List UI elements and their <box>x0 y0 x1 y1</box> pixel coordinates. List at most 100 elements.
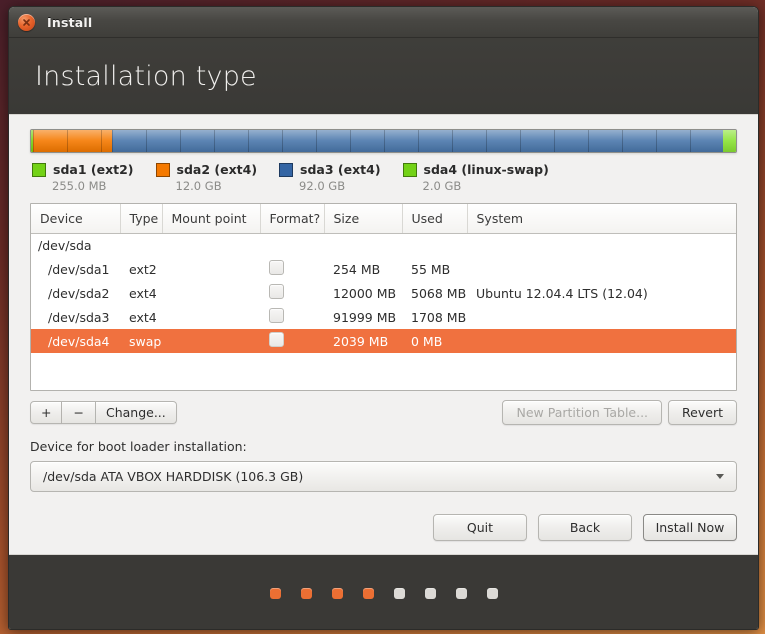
remove-partition-button[interactable]: − <box>62 401 96 424</box>
cell-system <box>467 234 736 258</box>
partition-legend: sda1 (ext2) 255.0 MB sda2 (ext4) 12.0 GB sda… <box>30 162 737 193</box>
table-row[interactable]: /dev/sda2 ext4 12000 MB 5068 MB Ubuntu 12.04… <box>31 281 736 305</box>
partition-edit-buttons: + − Change... <box>30 401 177 424</box>
legend-size: 2.0 GB <box>422 179 462 193</box>
cell-type <box>120 234 162 258</box>
cell-type: swap <box>120 329 162 353</box>
revert-button[interactable]: Revert <box>668 400 737 425</box>
page-title: Installation type <box>35 60 257 92</box>
cell-type: ext4 <box>129 309 157 325</box>
legend-item: sda1 (ext2) 255.0 MB <box>32 162 134 193</box>
column-header-format[interactable]: Format? <box>260 204 325 234</box>
cell-system <box>467 305 736 329</box>
legend-label: sda4 (linux-swap) <box>423 162 549 177</box>
partition-table-container[interactable]: Device Type Mount point Format? Size Used Syst… <box>30 203 737 391</box>
install-window: Install Installation type sda1 (ext2) 255… <box>8 6 759 630</box>
legend-size: 255.0 MB <box>52 179 107 193</box>
column-header-device[interactable]: Device <box>31 204 121 234</box>
legend-label: sda3 (ext4) <box>300 162 381 177</box>
table-row[interactable]: /dev/sda3 ext4 91999 MB 1708 MB <box>31 305 736 329</box>
window-titlebar: Install <box>9 7 758 38</box>
cell-type: ext4 <box>129 285 157 301</box>
quit-button[interactable]: Quit <box>433 514 527 541</box>
cell-system: Ubuntu 12.04.4 LTS (12.04) <box>476 285 648 301</box>
page-header: Installation type <box>9 38 758 115</box>
cell-size: 12000 MB <box>333 285 397 301</box>
segment-ticks <box>32 130 113 152</box>
progress-dot <box>393 587 405 599</box>
cell-format <box>260 257 324 281</box>
legend-size: 92.0 GB <box>299 179 346 193</box>
segment-ticks <box>112 130 723 152</box>
progress-dot <box>362 587 374 599</box>
partition-table: Device Type Mount point Format? Size Used Syst… <box>31 204 736 353</box>
cell-device: /dev/sda4 <box>31 329 120 353</box>
cell-size <box>324 234 402 258</box>
cell-format <box>260 234 324 258</box>
cell-used: 5068 MB <box>411 285 467 301</box>
partition-segment-sda3[interactable] <box>112 130 723 152</box>
format-checkbox[interactable] <box>269 284 284 299</box>
legend-item: sda3 (ext4) 92.0 GB <box>279 162 381 193</box>
cell-used: 0 MB <box>402 329 467 353</box>
cell-mount-point <box>162 257 260 281</box>
format-checkbox[interactable] <box>269 332 284 347</box>
cell-size: 2039 MB <box>324 329 402 353</box>
window-title: Install <box>47 14 93 30</box>
cell-mount-point <box>162 234 260 258</box>
table-row[interactable]: /dev/sda4 swap 2039 MB 0 MB <box>31 329 736 353</box>
legend-label: sda2 (ext4) <box>176 162 258 177</box>
boot-loader-device-value: /dev/sda ATA VBOX HARDDISK (106.3 GB) <box>43 469 304 484</box>
table-body: /dev/sda/dev/sda1 ext2 254 MB 55 MB/dev/sda… <box>31 234 736 353</box>
new-partition-table-button[interactable]: New Partition Table... <box>502 400 663 425</box>
legend-color-swatch <box>32 162 46 177</box>
progress-dot <box>300 587 312 599</box>
column-header-size[interactable]: Size <box>324 204 403 234</box>
progress-dot <box>455 587 467 599</box>
install-now-button[interactable]: Install Now <box>643 514 737 541</box>
progress-footer <box>9 554 758 629</box>
legend-label: sda1 (ext2) <box>53 162 134 177</box>
cell-size: 91999 MB <box>333 309 397 325</box>
legend-item: sda4 (linux-swap) 2.0 GB <box>402 162 549 193</box>
back-button[interactable]: Back <box>538 514 632 541</box>
chevron-down-icon <box>716 474 724 479</box>
cell-mount-point <box>162 305 260 329</box>
column-header-mount-point[interactable]: Mount point <box>162 204 261 234</box>
legend-size: 12.0 GB <box>175 179 222 193</box>
format-checkbox[interactable] <box>269 308 284 323</box>
column-header-system[interactable]: System <box>467 204 736 234</box>
legend-color-swatch <box>279 162 294 177</box>
cell-format <box>260 329 324 353</box>
cell-mount-point <box>162 281 260 305</box>
column-header-type[interactable]: Type <box>120 204 163 234</box>
table-header-row: Device Type Mount point Format? Size Used Syst… <box>31 204 736 234</box>
boot-loader-device-select[interactable]: /dev/sda ATA VBOX HARDDISK (106.3 GB) <box>30 461 737 492</box>
cell-type: ext2 <box>129 261 157 277</box>
progress-dot <box>269 587 281 599</box>
cell-format <box>260 305 324 329</box>
cell-system <box>467 257 736 281</box>
column-header-used[interactable]: Used <box>402 204 468 234</box>
cell-used <box>402 234 467 258</box>
partition-usage-bar[interactable] <box>30 129 737 153</box>
cell-used: 55 MB <box>411 261 451 277</box>
table-row[interactable]: /dev/sda <box>31 234 736 258</box>
cell-mount-point <box>162 329 260 353</box>
add-partition-button[interactable]: + <box>30 401 63 424</box>
legend-item: sda2 (ext4) 12.0 GB <box>155 162 258 193</box>
progress-dot <box>424 587 436 599</box>
cell-format <box>260 281 324 305</box>
change-partition-button[interactable]: Change... <box>95 401 177 424</box>
partition-segment-sda4[interactable] <box>722 130 736 152</box>
format-checkbox[interactable] <box>269 260 284 275</box>
boot-loader-label: Device for boot loader installation: <box>30 439 247 454</box>
progress-dot <box>486 587 498 599</box>
cell-device: /dev/sda3 <box>48 309 110 325</box>
action-buttons: Quit Back Install Now <box>30 514 737 541</box>
partition-segment-sda2[interactable] <box>32 130 113 152</box>
legend-color-swatch <box>402 162 417 177</box>
table-row[interactable]: /dev/sda1 ext2 254 MB 55 MB <box>31 257 736 281</box>
close-icon[interactable] <box>18 13 35 31</box>
partition-toolbar: + − Change... New Partition Table... Rev… <box>30 400 737 425</box>
